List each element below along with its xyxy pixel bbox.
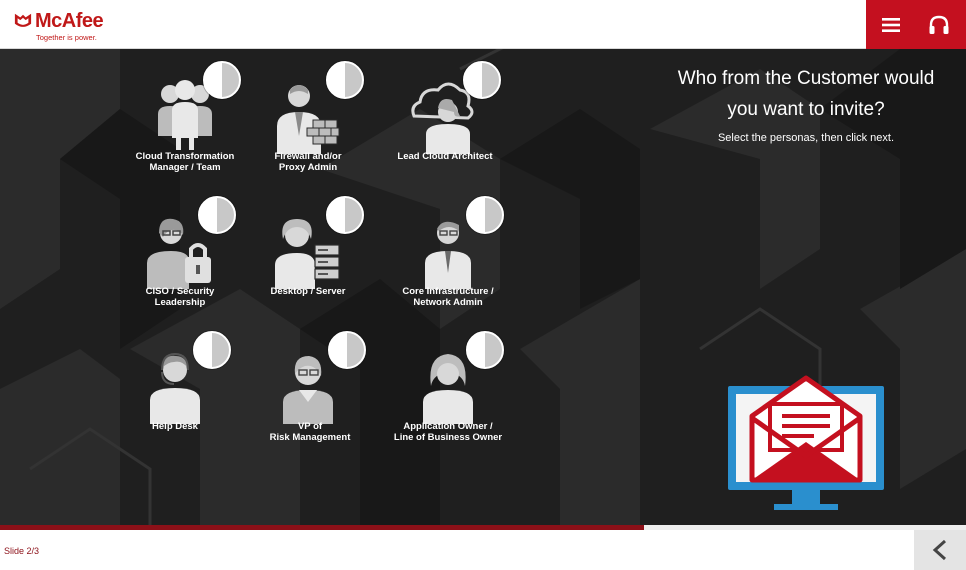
header-bar: McAfee Together is power.: [0, 0, 966, 49]
slide-stage: Who from the Customer would you want to …: [0, 49, 966, 525]
persona-label: Desktop / Server: [270, 286, 346, 297]
persona-label: Cloud Transformation Manager / Team: [135, 151, 235, 173]
persona-select-radio[interactable]: [326, 61, 364, 99]
persona-label: Help Desk: [152, 421, 198, 432]
question-panel: Who from the Customer would you want to …: [668, 63, 944, 144]
persona-help-desk[interactable]: Help Desk: [105, 321, 245, 441]
persona-ciso-security-leadership[interactable]: CISO / Security Leadership: [110, 186, 250, 308]
persona-select-radio[interactable]: [193, 331, 231, 369]
slide-counter: Slide 2/3: [4, 546, 40, 556]
persona-vp-risk-management[interactable]: VP of Risk Management: [240, 321, 380, 443]
chevron-left-icon: [932, 539, 947, 561]
menu-button[interactable]: [878, 12, 904, 38]
persona-select-radio[interactable]: [466, 331, 504, 369]
question-title: Who from the Customer would you want to …: [677, 68, 935, 120]
persona-select-radio[interactable]: [203, 61, 241, 99]
persona-label: Core Infrastructure / Network Admin: [402, 286, 494, 308]
persona-label: Lead Cloud Architect: [397, 151, 493, 162]
headset-icon: [929, 15, 949, 34]
header-actions: [866, 0, 966, 49]
persona-desktop-server[interactable]: Desktop / Server: [238, 186, 378, 306]
persona-select-radio[interactable]: [326, 196, 364, 234]
question-instruction: Select the personas, then click next.: [717, 132, 895, 144]
persona-select-radio[interactable]: [328, 331, 366, 369]
email-invite-monitor-icon: [728, 375, 884, 510]
brand-name: McAfee: [35, 10, 104, 32]
persona-core-infrastructure[interactable]: Core Infrastructure / Network Admin: [378, 186, 518, 308]
persona-firewall-proxy-admin[interactable]: Firewall and/or Proxy Admin: [238, 51, 378, 173]
persona-lead-cloud-architect[interactable]: Lead Cloud Architect: [375, 51, 515, 171]
persona-cloud-transformation[interactable]: Cloud Transformation Manager / Team: [115, 51, 255, 173]
footer-bar: Slide 2/3: [0, 530, 966, 570]
support-button[interactable]: [926, 12, 952, 38]
mcafee-logo: McAfee Together is power.: [14, 10, 124, 44]
back-button[interactable]: [914, 530, 966, 570]
brand-tagline: Together is power.: [36, 33, 97, 42]
persona-select-radio[interactable]: [466, 196, 504, 234]
persona-select-radio[interactable]: [198, 196, 236, 234]
persona-label: CISO / Security Leadership: [145, 286, 215, 308]
persona-select-radio[interactable]: [463, 61, 501, 99]
persona-label: VP of Risk Management: [269, 421, 351, 443]
hamburger-menu-icon: [882, 18, 900, 32]
persona-label: Firewall and/or Proxy Admin: [274, 151, 342, 173]
persona-application-owner[interactable]: Application Owner / Line of Business Owne…: [378, 321, 518, 443]
persona-label: Application Owner / Line of Business Owne…: [393, 421, 503, 443]
mcafee-shield-icon: [14, 13, 32, 27]
